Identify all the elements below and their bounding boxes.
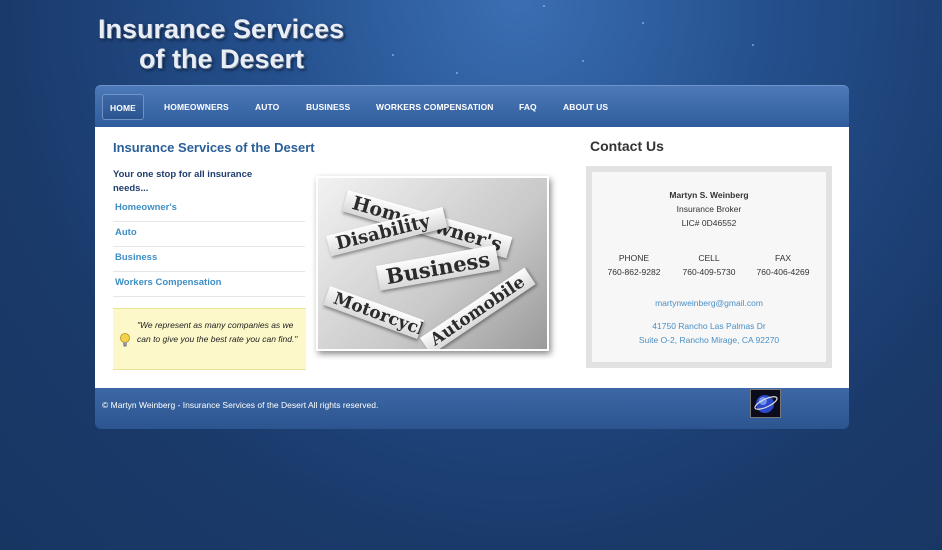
fax-number: 760-406-4269 <box>756 267 810 277</box>
link-homeowners[interactable]: Homeowner's <box>113 197 305 222</box>
contact-title: Insurance Broker <box>676 204 742 214</box>
footer: © Martyn Weinberg - Insurance Services o… <box>95 388 849 429</box>
nav-about-us[interactable]: ABOUT US <box>563 94 608 120</box>
link-workers-compensation[interactable]: Workers Compensation <box>113 272 305 297</box>
insurance-types-photo: Home Owner's Disability Business Motorcy… <box>316 176 549 351</box>
link-business[interactable]: Business <box>113 247 305 272</box>
nav-auto[interactable]: AUTO <box>255 94 279 120</box>
fax-label: FAX <box>774 253 792 263</box>
quote-text: "We represent as many companies as we ca… <box>137 320 298 344</box>
contact-phone: PHONE 760-862-9282 <box>599 251 669 279</box>
site-badge-icon[interactable] <box>750 389 781 418</box>
content-area: Insurance Services of the Desert Your on… <box>95 127 849 388</box>
contact-cell: CELL 760-409-5730 <box>674 251 744 279</box>
quote-box: "We represent as many companies as we ca… <box>113 308 306 370</box>
photo-word-business: Business <box>376 244 500 291</box>
contact-fax: FAX 760-406-4269 <box>748 251 818 279</box>
nav-homeowners[interactable]: HOMEOWNERS <box>164 94 229 120</box>
contact-license: LIC# 0D46552 <box>681 218 737 228</box>
contact-card: Martyn S. Weinberg Insurance Broker LIC#… <box>586 166 832 368</box>
link-auto[interactable]: Auto <box>113 222 305 247</box>
contact-heading: Contact Us <box>590 138 664 154</box>
phone-label: PHONE <box>618 253 650 263</box>
service-links: Homeowner's Auto Business Workers Compen… <box>113 197 305 297</box>
cell-label: CELL <box>698 253 720 263</box>
tagline: Your one stop for all insurance needs... <box>113 169 253 194</box>
site-title-line2: of the Desert <box>139 44 305 74</box>
photo-word-motorcycle: Motorcycle <box>323 286 424 339</box>
contact-address-line1: 41750 Rancho Las Palmas Dr <box>652 321 766 331</box>
nav-workers-compensation[interactable]: WORKERS COMPENSATION <box>376 94 494 120</box>
copyright-text: © Martyn Weinberg - Insurance Services o… <box>102 400 379 410</box>
contact-email-link[interactable]: martynweinberg@gmail.com <box>592 298 826 308</box>
cell-number: 760-409-5730 <box>682 267 736 277</box>
site-title[interactable]: Insurance Services of the Desert <box>98 14 368 74</box>
contact-name: Martyn S. Weinberg <box>669 190 749 200</box>
page-title: Insurance Services of the Desert <box>113 140 315 155</box>
nav-faq[interactable]: FAQ <box>519 94 537 120</box>
phone-number: 760-862-9282 <box>607 267 661 277</box>
nav-home[interactable]: HOME <box>102 94 144 120</box>
site-title-line1: Insurance Services <box>98 14 345 44</box>
contact-address-line2: Suite O-2, Rancho Mirage, CA 92270 <box>638 335 780 345</box>
nav-business[interactable]: BUSINESS <box>306 94 350 120</box>
lightbulb-icon <box>120 333 130 347</box>
main-navbar: HOME HOMEOWNERS AUTO BUSINESS WORKERS CO… <box>95 85 849 127</box>
